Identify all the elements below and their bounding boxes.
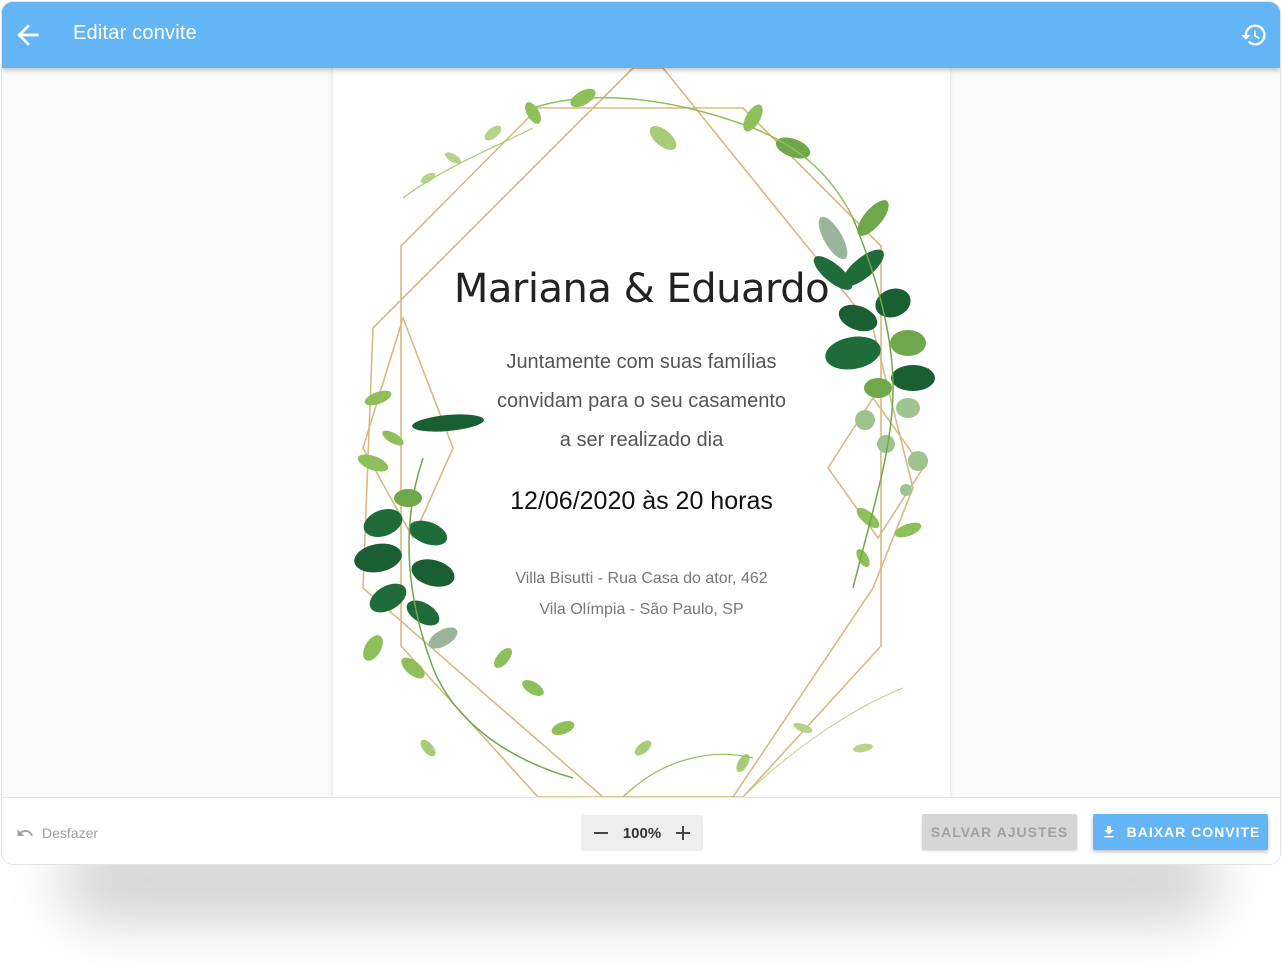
undo-button[interactable]: Desfazer	[16, 824, 98, 842]
event-datetime[interactable]: 12/06/2020 às 20 horas	[333, 487, 950, 516]
intro-line-2[interactable]: convidam para o seu casamento	[333, 390, 950, 413]
undo-label: Desfazer	[42, 825, 99, 841]
plus-icon	[676, 826, 690, 840]
zoom-out-button[interactable]	[591, 823, 611, 843]
download-invitation-label: BAIXAR CONVITE	[1126, 824, 1261, 840]
bottom-toolbar: Desfazer 100% SALVAR AJUSTES BAIXAR CONV…	[2, 797, 1280, 864]
canvas-area: Mariana & Eduardo Juntamente com suas fa…	[2, 68, 1280, 797]
save-adjustments-label: SALVAR AJUSTES	[930, 824, 1069, 840]
leaves-top	[420, 88, 811, 184]
save-adjustments-button[interactable]: SALVAR AJUSTES	[922, 814, 1077, 850]
download-invitation-button[interactable]: BAIXAR CONVITE	[1093, 814, 1268, 850]
app-bar: Editar convite	[2, 2, 1280, 68]
zoom-in-button[interactable]	[673, 823, 693, 843]
history-button[interactable]	[1240, 21, 1268, 49]
address-line-2[interactable]: Vila Olímpia - São Paulo, SP	[333, 601, 950, 619]
back-button[interactable]	[12, 19, 44, 51]
download-icon	[1103, 826, 1114, 838]
history-icon	[1241, 24, 1266, 46]
minus-icon	[594, 832, 608, 834]
page-title: Editar convite	[73, 22, 197, 44]
intro-line-3[interactable]: a ser realizado dia	[333, 429, 950, 452]
zoom-level: 100%	[622, 824, 662, 842]
intro-line-1[interactable]: Juntamente com suas famílias	[333, 351, 950, 374]
address-line-1[interactable]: Villa Bisutti - Rua Casa do ator, 462	[333, 570, 950, 588]
arrow-back-icon	[17, 24, 39, 46]
couple-names[interactable]: Mariana & Eduardo	[333, 266, 950, 312]
editor-window: Editar convite Mariana & Eduardo Juntame…	[1, 1, 1281, 865]
undo-icon	[17, 829, 33, 836]
zoom-control: 100%	[581, 815, 703, 851]
invitation-card[interactable]: Mariana & Eduardo Juntamente com suas fa…	[333, 68, 950, 797]
